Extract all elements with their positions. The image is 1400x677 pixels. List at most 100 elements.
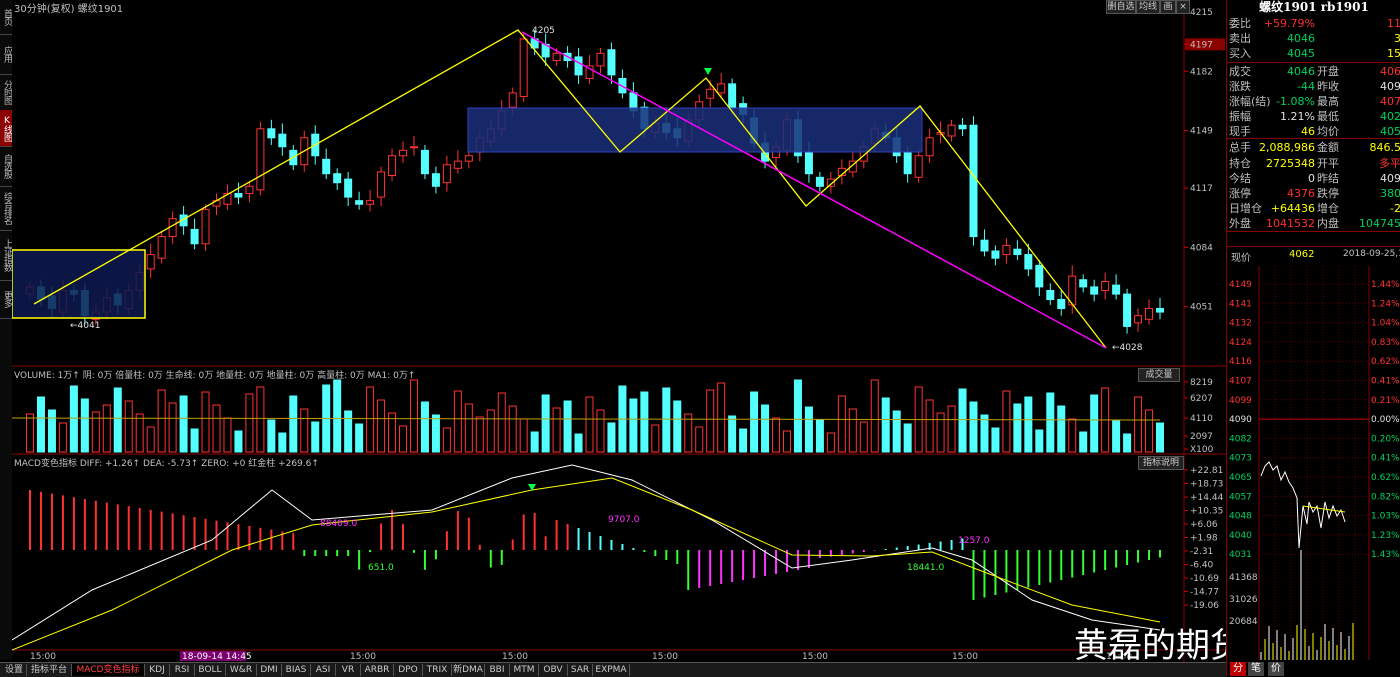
quote-value: 4376	[1287, 186, 1315, 201]
indicator-tab-1[interactable]: 指标平台	[27, 664, 72, 676]
mini-left-axis-label: 4082	[1229, 434, 1252, 444]
volume-bar	[1157, 423, 1164, 452]
candle-body	[1102, 282, 1109, 291]
indicator-tab-11[interactable]: ARBR	[361, 664, 394, 676]
indicator-tab-9[interactable]: ASI	[311, 664, 336, 676]
candle-body	[268, 129, 275, 138]
candle-body	[202, 210, 209, 244]
nav-item-0[interactable]: 首页	[0, 0, 12, 35]
close-icon[interactable]: ×	[1176, 0, 1190, 14]
quote-value: 380	[1380, 186, 1400, 201]
mini-left-axis-label: 4141	[1229, 299, 1252, 309]
low-price-label-right: ←4028	[1112, 343, 1143, 353]
indicator-tab-18[interactable]: SAR	[568, 664, 593, 676]
quote-label: 涨跌	[1229, 79, 1251, 94]
macd-indicator-label: MACD变色指标 DIFF: +1.26↑ DEA: -5.73↑ ZERO: …	[14, 456, 319, 469]
nav-item-3[interactable]: K线图	[0, 110, 12, 147]
macd-annotation: 9707.0	[608, 515, 640, 525]
volume-axis-label: 4110	[1190, 414, 1213, 424]
volume-bar	[1135, 397, 1142, 452]
candle-body	[279, 134, 286, 147]
indicator-tab-4[interactable]: RSI	[170, 664, 195, 676]
time-axis-label: 15:00	[802, 652, 828, 662]
indicator-tab-3[interactable]: KDJ	[145, 664, 170, 676]
volume-bar	[279, 433, 286, 452]
candle-body	[904, 152, 911, 174]
volume-bar	[652, 425, 659, 452]
indicator-tab-5[interactable]: BOLL	[195, 664, 226, 676]
candle-body	[389, 156, 396, 176]
quote-value: 409	[1380, 171, 1400, 186]
volume-type-button[interactable]: 成交量	[1138, 368, 1180, 382]
mini-right-axis-label: 1.24%	[1371, 299, 1400, 309]
quote-row: 买入404515	[1227, 46, 1400, 61]
indicator-tab-0[interactable]: 设置	[2, 664, 27, 676]
right-tab-1[interactable]: 笔	[1248, 662, 1264, 676]
candle-body	[926, 138, 933, 156]
quote-value: 104745	[1359, 216, 1400, 231]
indicator-tab-17[interactable]: OBV	[539, 664, 568, 676]
indicator-tab-16[interactable]: MTM	[510, 664, 539, 676]
nav-item-1[interactable]: 应用	[0, 34, 12, 75]
indicator-tab-15[interactable]: BBI	[485, 664, 510, 676]
indicator-tab-13[interactable]: TRIX	[423, 664, 452, 676]
volume-bar	[136, 414, 143, 452]
candle-body	[1003, 246, 1010, 255]
candle-body	[191, 229, 198, 243]
price-axis-label: 4084	[1190, 243, 1213, 253]
mini-left-axis-label: 4073	[1229, 454, 1252, 464]
draw-button[interactable]: 画	[1160, 0, 1176, 14]
volume-bar	[454, 391, 461, 452]
quote-label: 涨幅(结)	[1229, 94, 1271, 109]
indicator-tab-19[interactable]: EXPMA	[593, 664, 630, 676]
indicator-tab-10[interactable]: VR	[336, 664, 361, 676]
nav-item-4[interactable]: 自选股	[0, 146, 12, 187]
nav-item-2[interactable]: 分时图	[0, 74, 12, 111]
quote-row: 涨停4376跌停380	[1227, 186, 1400, 201]
right-tab-0[interactable]: 分	[1230, 662, 1246, 676]
volume-bar	[356, 424, 363, 452]
volume-bar	[564, 401, 571, 452]
mini-right-axis-label: 0.20%	[1371, 434, 1400, 444]
quote-value: -1.08%	[1276, 94, 1315, 109]
volume-bar	[794, 380, 801, 452]
volume-bar	[1146, 410, 1153, 452]
candle-body	[1135, 316, 1142, 323]
volume-bar	[169, 403, 176, 452]
nav-item-7[interactable]: 更多	[0, 280, 12, 319]
candle-body	[509, 93, 516, 107]
quote-value: 402	[1380, 109, 1400, 124]
candle-body	[608, 50, 615, 75]
remove-watchlist-button[interactable]: 删自选	[1106, 0, 1136, 14]
indicator-tab-12[interactable]: DPO	[394, 664, 423, 676]
nav-item-5[interactable]: 综合排名	[0, 186, 12, 231]
quote-value: 846.5	[1370, 140, 1400, 155]
kline-chart[interactable]: 4205←4041←4028 88409.0651.09707.018441.0…	[12, 0, 1226, 662]
mini-left-axis-label: 4048	[1229, 512, 1252, 522]
quote-value: 1041532	[1266, 216, 1315, 231]
nav-item-6[interactable]: 上证指数	[0, 230, 12, 281]
macd-axis-label: +18.73	[1190, 480, 1223, 490]
indicator-tab-14[interactable]: 新DMA	[452, 664, 485, 676]
time-axis-label: 15:00	[652, 652, 678, 662]
quote-label: 振幅	[1229, 109, 1251, 124]
indicator-tab-7[interactable]: DMI	[257, 664, 282, 676]
macd-axis-label: +1.98	[1190, 534, 1218, 544]
quote-value: 2725348	[1266, 156, 1315, 171]
quote-value: 3	[1394, 31, 1400, 46]
indicator-tab-6[interactable]: W&R	[226, 664, 257, 676]
indicator-help-button[interactable]: 指标说明	[1138, 456, 1184, 470]
quote-row: 振幅1.21%最低402	[1227, 109, 1400, 124]
indicator-tab-2[interactable]: MACD变色指标	[72, 664, 145, 676]
quote-label: 卖出	[1229, 31, 1251, 46]
volume-bar	[926, 400, 933, 452]
quote-label: 持仓	[1229, 156, 1251, 171]
right-tab-2[interactable]: 价	[1268, 662, 1284, 676]
indicator-tab-8[interactable]: BIAS	[282, 664, 311, 676]
ma-button[interactable]: 均线	[1136, 0, 1160, 14]
volume-bar	[827, 433, 834, 452]
candle-body	[718, 84, 725, 93]
volume-bar	[432, 415, 439, 452]
quote-label: 跌停	[1317, 186, 1339, 201]
candle-body	[970, 125, 977, 236]
